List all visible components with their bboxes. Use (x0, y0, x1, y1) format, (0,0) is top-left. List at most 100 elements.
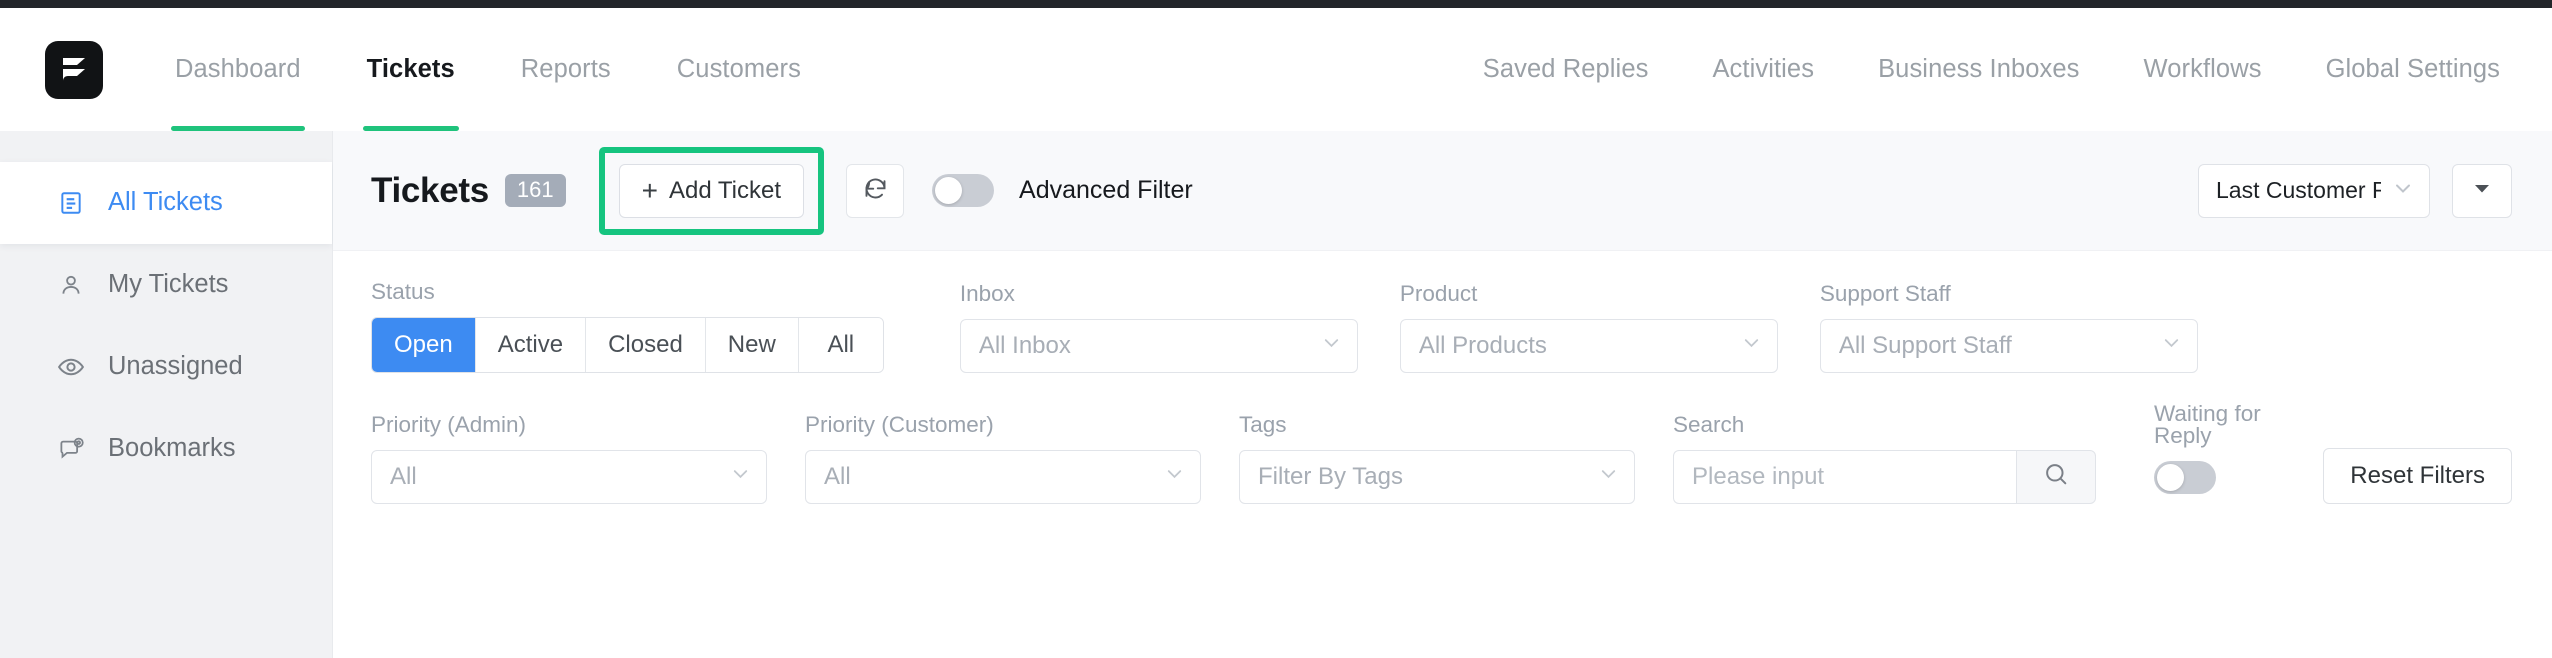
top-bar (0, 0, 2552, 8)
search-button[interactable] (2016, 449, 2096, 504)
more-options-dropdown-button[interactable] (2452, 163, 2512, 218)
app-header: Dashboard Tickets Reports Customers Save… (0, 8, 2552, 131)
mention-bubble-icon (56, 434, 86, 464)
user-icon (56, 270, 86, 300)
status-filter: Status Open Active Closed New All (371, 279, 884, 373)
tags-select[interactable]: Filter By Tags (1239, 449, 1635, 504)
waiting-for-reply-filter: Waiting for Reply (2154, 400, 2323, 504)
nav-item-saved-replies[interactable]: Saved Replies (1483, 8, 1649, 131)
search-group: Please input (1673, 449, 2096, 504)
nav-label: Customers (676, 55, 801, 83)
waiting-for-reply-toggle[interactable] (2154, 460, 2216, 494)
secondary-nav: Saved Replies Activities Business Inboxe… (1419, 8, 2500, 131)
priority-customer-label: Priority (Customer) (805, 412, 994, 437)
primary-nav: Dashboard Tickets Reports Customers (171, 8, 867, 131)
chevron-down-icon (1320, 331, 1343, 361)
nav-item-global-settings[interactable]: Global Settings (2326, 8, 2500, 131)
sidebar-item-label: Bookmarks (108, 434, 236, 463)
status-filter-label: Status (371, 279, 435, 304)
product-filter: Product All Products (1399, 281, 1778, 373)
flowdesk-logo-icon (63, 57, 85, 81)
add-ticket-button[interactable]: + Add Ticket (618, 163, 805, 218)
add-ticket-highlight-box: + Add Ticket (598, 146, 825, 235)
priority-admin-value: All (390, 462, 417, 490)
nav-label: Activities (1712, 55, 1815, 83)
filters-row-1: Status Open Active Closed New All Inbox … (371, 279, 2512, 373)
support-staff-filter-label: Support Staff (1819, 281, 1951, 306)
chevron-down-icon (1163, 462, 1186, 492)
priority-customer-filter: Priority (Customer) All (805, 412, 1201, 504)
refresh-button[interactable] (846, 163, 905, 218)
nav-label: Global Settings (2325, 55, 2500, 83)
sidebar-item-bookmarks[interactable]: Bookmarks (0, 408, 332, 490)
nav-item-business-inboxes[interactable]: Business Inboxes (1878, 8, 2079, 131)
sidebar-item-label: Unassigned (108, 352, 243, 381)
nav-item-activities[interactable]: Activities (1712, 8, 1814, 131)
sidebar-item-all-tickets[interactable]: All Tickets (0, 162, 332, 244)
toggle-knob (935, 177, 963, 204)
document-list-icon (56, 188, 86, 218)
nav-label: Saved Replies (1482, 55, 1649, 83)
advanced-filter-label: Advanced Filter (1019, 176, 1193, 204)
sidebar-item-my-tickets[interactable]: My Tickets (0, 244, 332, 326)
chevron-down-icon (2160, 331, 2183, 361)
priority-admin-filter: Priority (Admin) All (371, 412, 767, 504)
add-ticket-label: Add Ticket (668, 176, 782, 204)
filters-panel: Status Open Active Closed New All Inbox … (333, 251, 2552, 504)
support-staff-select-value: All Support Staff (1838, 331, 2012, 359)
inbox-select-value: All Inbox (978, 331, 1071, 359)
nav-label: Workflows (2143, 55, 2262, 83)
tickets-toolbar: Tickets 161 + Add Ticket Advanced Filter… (333, 131, 2552, 251)
chevron-down-icon (2391, 176, 2415, 206)
tags-filter: Tags Filter By Tags (1239, 412, 1635, 504)
support-staff-select[interactable]: All Support Staff (1819, 318, 2198, 373)
product-select[interactable]: All Products (1399, 318, 1778, 373)
waiting-for-reply-label: Waiting for Reply (2154, 400, 2261, 448)
toolbar-right-controls: Last Customer Response (2198, 163, 2512, 218)
inbox-select[interactable]: All Inbox (959, 318, 1358, 373)
refresh-icon (862, 175, 889, 207)
reset-filters-wrap: Reset Filters (2323, 447, 2512, 504)
status-option-all[interactable]: All (798, 317, 883, 372)
eye-icon (56, 352, 86, 382)
chevron-down-icon (1597, 462, 1620, 492)
nav-label: Business Inboxes (1878, 55, 2080, 83)
app-logo[interactable] (45, 40, 103, 99)
nav-item-tickets[interactable]: Tickets (362, 8, 459, 131)
toggle-knob (2157, 463, 2184, 491)
filters-row-2: Priority (Admin) All Priority (Customer)… (371, 400, 2512, 504)
search-input-placeholder: Please input (1692, 462, 1825, 490)
reset-filters-label: Reset Filters (2350, 461, 2485, 489)
search-input[interactable]: Please input (1673, 449, 2016, 504)
sidebar-item-unassigned[interactable]: Unassigned (0, 326, 332, 408)
nav-item-dashboard[interactable]: Dashboard (171, 8, 305, 131)
sidebar: All Tickets My Tickets Unassigned Bookma… (0, 131, 333, 658)
sort-select[interactable]: Last Customer Response (2198, 163, 2430, 218)
status-option-new[interactable]: New (705, 317, 799, 372)
page-title: Tickets (371, 170, 489, 210)
search-filter-label: Search (1673, 412, 1745, 437)
priority-admin-select[interactable]: All (371, 449, 767, 504)
reset-filters-button[interactable]: Reset Filters (2323, 447, 2512, 504)
product-filter-label: Product (1399, 281, 1478, 306)
tags-filter-label: Tags (1239, 412, 1287, 437)
inbox-filter: Inbox All Inbox (959, 282, 1358, 373)
search-icon (2042, 460, 2070, 493)
priority-customer-select[interactable]: All (805, 449, 1201, 504)
priority-admin-label: Priority (Admin) (371, 412, 527, 437)
nav-item-reports[interactable]: Reports (521, 8, 611, 131)
plus-icon: + (641, 174, 658, 206)
support-staff-filter: Support Staff All Support Staff (1819, 281, 2198, 373)
status-option-open[interactable]: Open (372, 317, 476, 372)
caret-down-icon (2471, 177, 2493, 204)
product-select-value: All Products (1418, 331, 1547, 359)
nav-item-customers[interactable]: Customers (677, 8, 801, 131)
nav-item-workflows[interactable]: Workflows (2144, 8, 2262, 131)
status-option-active[interactable]: Active (475, 317, 587, 372)
status-option-closed[interactable]: Closed (586, 317, 706, 372)
advanced-filter-toggle[interactable] (932, 174, 995, 207)
ticket-count-badge: 161 (504, 174, 566, 207)
main-content: Tickets 161 + Add Ticket Advanced Filter… (333, 131, 2552, 658)
page-body: All Tickets My Tickets Unassigned Bookma… (0, 131, 2552, 658)
tags-select-value: Filter By Tags (1258, 462, 1403, 490)
